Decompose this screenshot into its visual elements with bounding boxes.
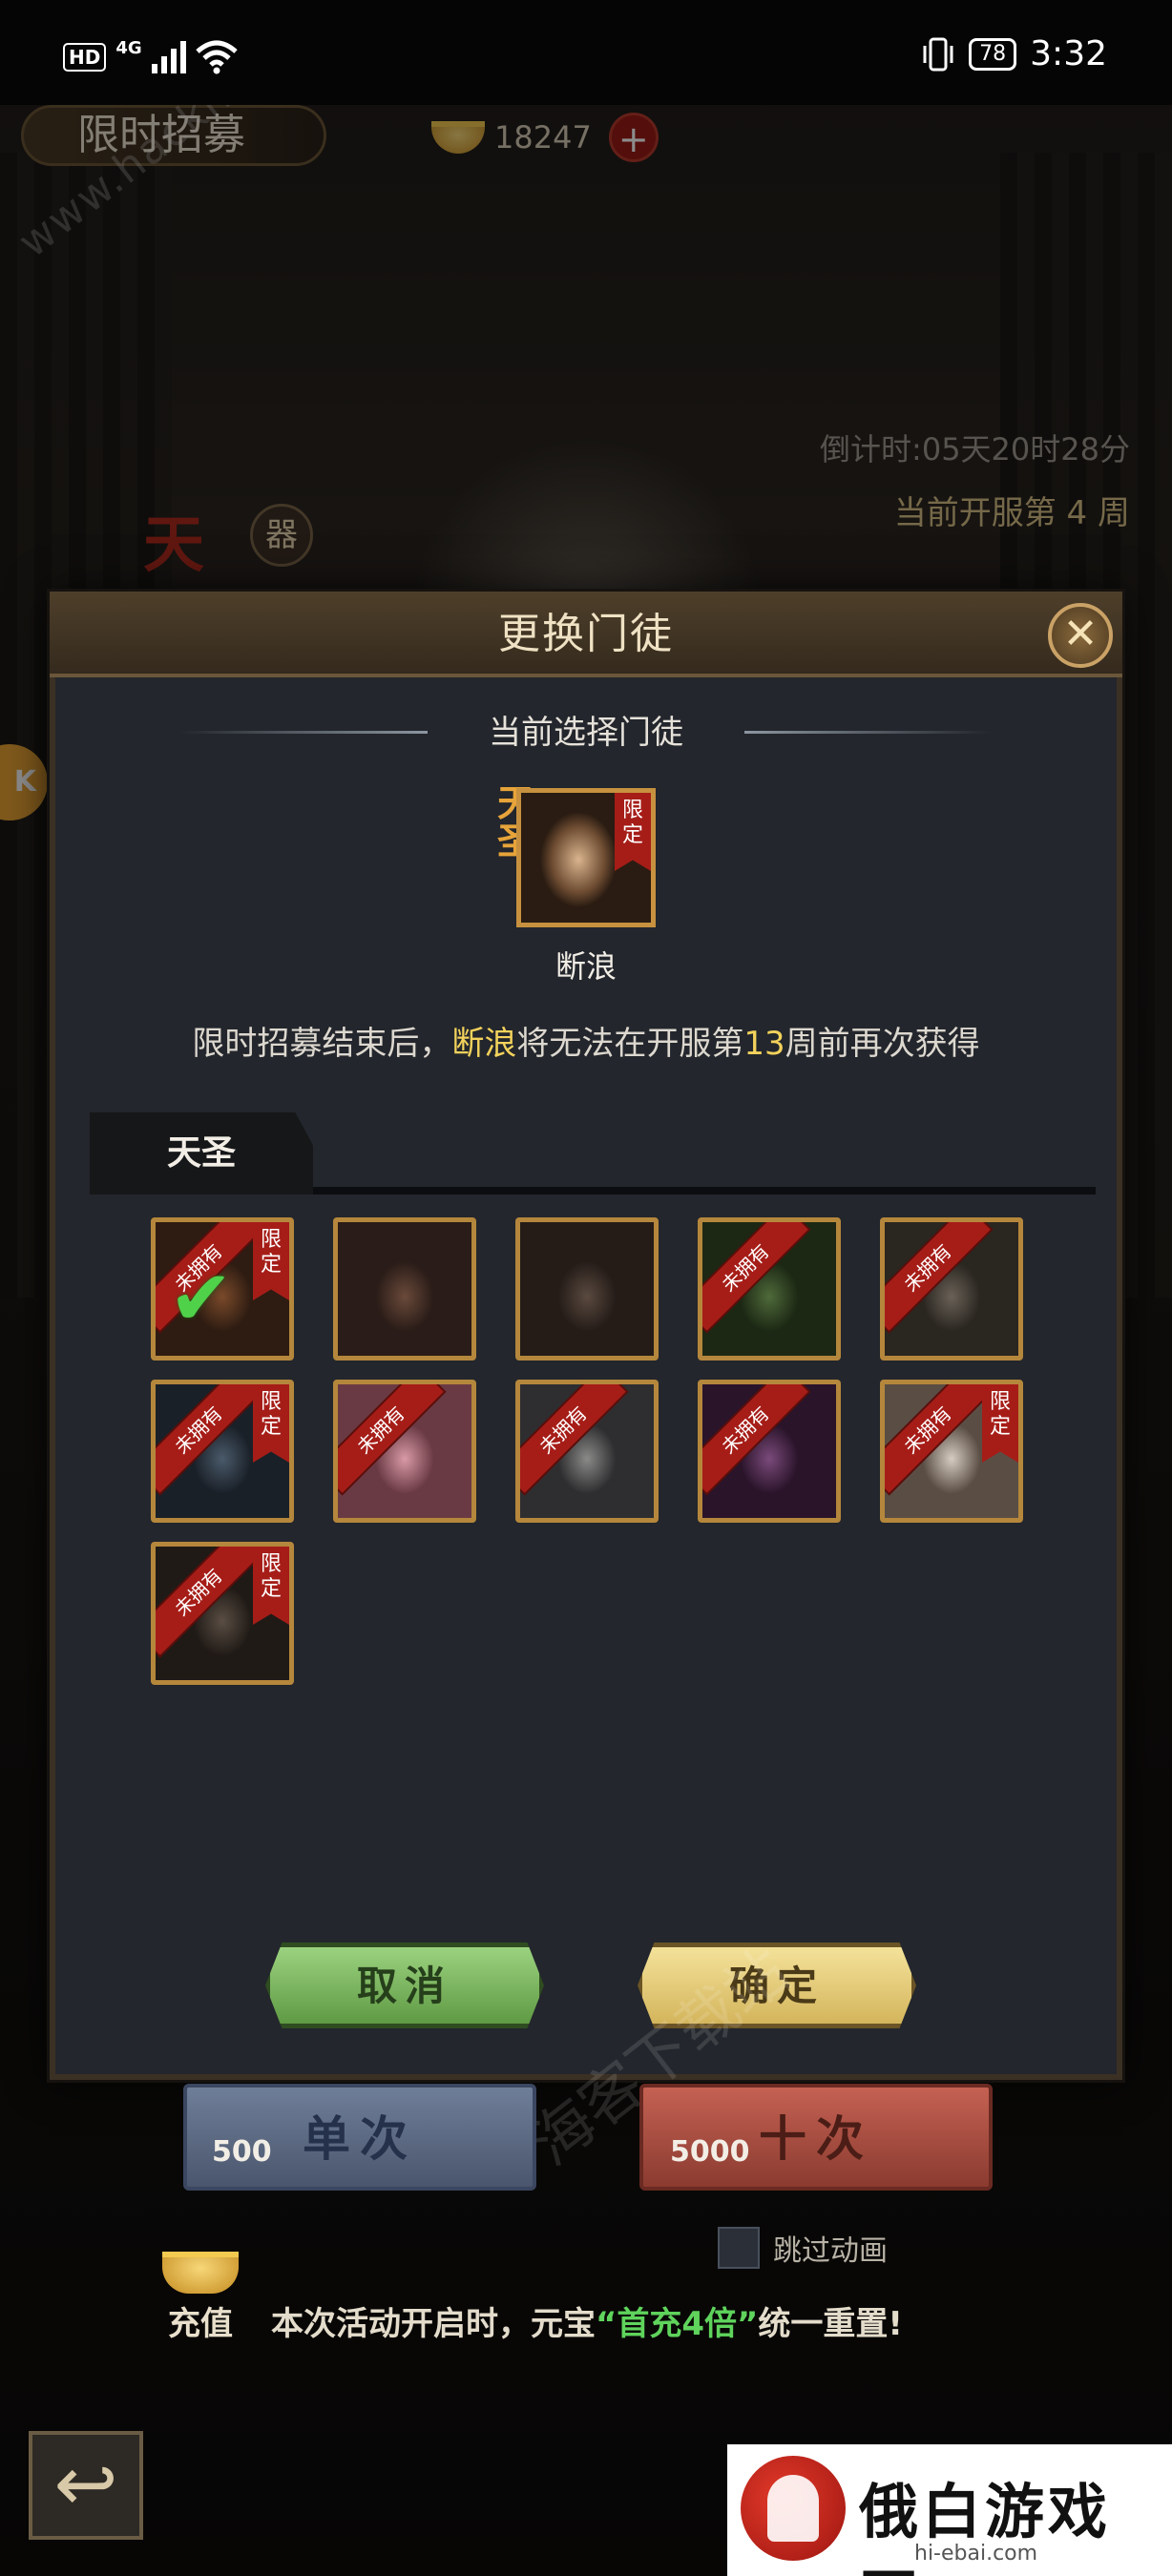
rank-tabs: 天圣 [90,1112,1096,1195]
disciple-card[interactable]: 未拥有 [333,1380,476,1523]
disciple-card[interactable]: 未拥有 [880,1217,1023,1361]
hd-icon: HD [63,42,107,72]
disciple-card[interactable]: 未拥有 [515,1380,659,1523]
rooster-logo-icon [741,2456,846,2561]
signal-icon [151,40,186,73]
skip-animation-toggle[interactable]: 跳过动画 [718,2227,888,2269]
skip-checkbox[interactable] [718,2227,760,2269]
info-prefix: 限时招募结束后， [192,1025,452,1063]
disciple-portrait [338,1222,471,1356]
wifi-icon [195,40,238,73]
limited-tag: 限定 [253,1222,289,1300]
current-disciple-name: 断浪 [555,948,617,985]
disciple-card[interactable]: 未拥有 限定 [151,1542,294,1685]
current-selection-header: 当前选择门徒 [55,708,1117,758]
info-week: 13 [743,1025,785,1063]
modal-title: 更换门徒 [498,610,674,658]
change-disciple-modal: 更换门徒 ✕ 当前选择门徒 天圣 限定 断浪 限时招募结束后，断浪将无法在开服第… [50,592,1122,2179]
limited-tag: 限定 [615,793,651,871]
status-bar: HD 4G 78 3:32 [0,0,1172,105]
divider-right [744,731,993,734]
disciple-card[interactable]: 未拥有 限定 [151,1380,294,1523]
limited-tag: 限定 [253,1547,289,1625]
notice-highlight: “首充4倍” [596,2305,759,2343]
brand-watermark: 俄白游戏网 hi-ebai.com [727,2444,1172,2576]
notice-prefix: 本次活动开启时，元宝 [271,2305,596,2343]
selected-check-icon: ✔ [169,1254,234,1342]
back-button[interactable]: ↩ [29,2431,143,2540]
limited-tag: 限定 [982,1384,1018,1463]
event-notice: 本次活动开启时，元宝“首充4倍”统一重置! [271,2297,903,2344]
brand-url: hi-ebai.com [914,2542,1038,2566]
info-name: 断浪 [451,1025,517,1063]
info-mid: 将无法在开服第 [516,1025,744,1063]
tab-tiansheng[interactable]: 天圣 [90,1112,313,1195]
disciple-card[interactable] [515,1217,659,1361]
recharge-button[interactable]: 充值 [143,2252,258,2344]
battery-icon: 78 [969,37,1017,71]
recharge-ingot-icon [162,2252,239,2294]
recharge-label: 充值 [168,2305,233,2343]
skip-label: 跳过动画 [773,2234,888,2268]
cancel-button[interactable]: 取消 [265,1942,544,2028]
disciple-card[interactable]: 未拥有 [698,1217,841,1361]
network-type: 4G [115,38,142,58]
recruit-info-text: 限时招募结束后，断浪将无法在开服第13周前再次获得 [55,1017,1117,1064]
limited-tag: 限定 [253,1384,289,1463]
disciple-card[interactable]: 未拥有 [698,1380,841,1523]
close-button[interactable]: ✕ [1048,603,1113,668]
info-suffix: 周前再次获得 [785,1025,980,1063]
ten-draw-cost: 5000 [670,2135,750,2169]
vibrate-icon [923,37,953,71]
disciple-portrait [520,1222,654,1356]
disciple-card[interactable]: 未拥有 限定 [880,1380,1023,1523]
single-draw-cost: 500 [212,2135,272,2169]
notice-suffix: 统一重置! [758,2305,903,2343]
modal-header: 更换门徒 ✕ [50,592,1122,677]
clock: 3:32 [1030,34,1107,73]
disciple-card[interactable]: 未拥有 限定 ✔ [151,1217,294,1361]
disciple-card[interactable] [333,1217,476,1361]
current-disciple-portrait: 限定 [516,788,656,927]
